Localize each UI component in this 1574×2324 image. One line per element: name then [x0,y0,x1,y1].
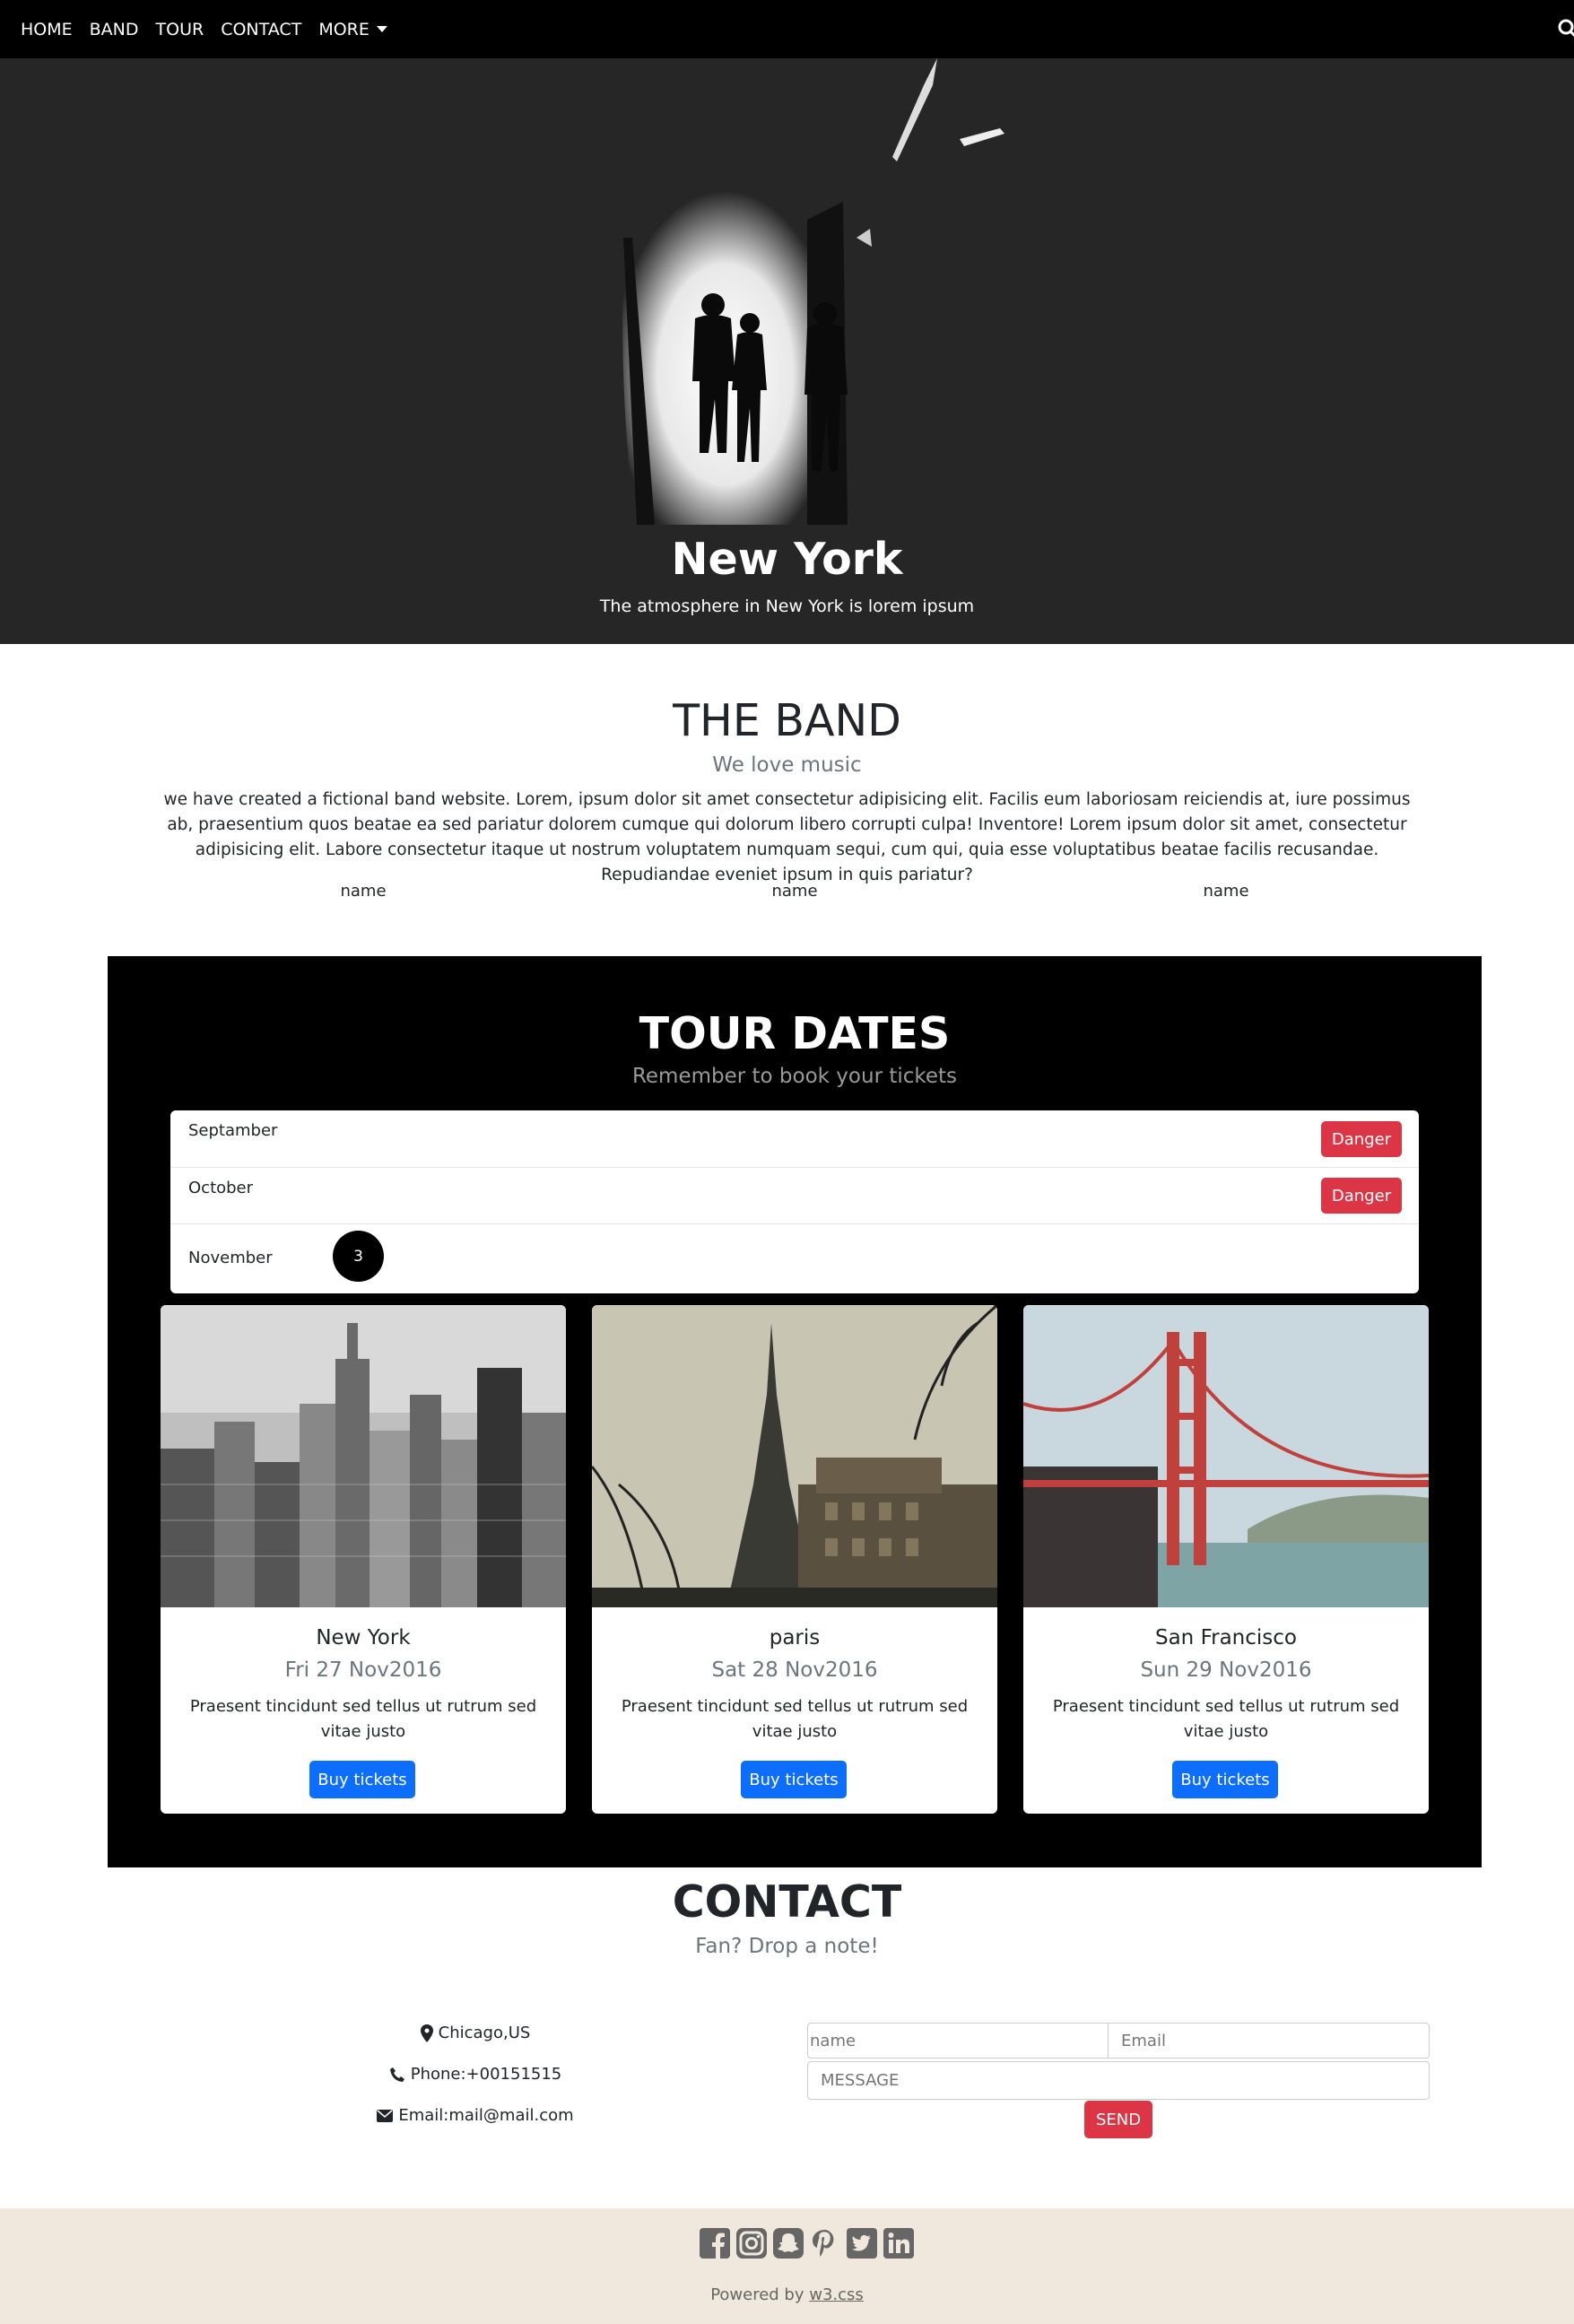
powered-prefix: Powered by [710,2285,804,2304]
nav-band[interactable]: BAND [90,20,139,39]
nav-more-dropdown[interactable]: MORE [318,20,387,39]
linkedin-icon[interactable] [883,2228,914,2259]
tour-subtitle: Remember to book your tickets [631,1065,958,1088]
card-date: Sun 29 Nov2016 [1140,1658,1312,1682]
card-city: San Francisco [1154,1626,1297,1649]
nav-tour[interactable]: TOUR [156,20,204,39]
email-info: Email:mail@mail.com [341,2106,610,2125]
hero-image [622,58,1004,525]
list-item: Septamber Danger [170,1110,1419,1168]
top-navbar: HOME BAND TOUR CONTACT MORE [0,0,1574,58]
tour-card: paris Sat 28 Nov2016 Praesent tincidunt … [592,1305,997,1814]
powered-by: Powered by w3.css [0,2285,1574,2304]
month-list: Septamber Danger October Danger November… [170,1110,1419,1293]
hero-title: New York [671,534,903,585]
band-member-name: name [340,882,387,901]
name-input[interactable] [807,2023,1109,2059]
band-member-name: name [771,882,818,901]
card-date: Sat 28 Nov2016 [711,1658,878,1682]
footer: Powered by w3.css [0,2208,1574,2324]
band-member-name: name [1203,882,1249,901]
email-input[interactable] [1108,2023,1430,2059]
envelope-icon [377,2109,394,2122]
message-input[interactable] [807,2061,1430,2100]
buy-tickets-button[interactable]: Buy tickets [741,1761,847,1798]
count-badge: 3 [333,1231,384,1282]
nav-more-label: MORE [318,19,370,39]
location-info: Chicago,US [341,2024,610,2042]
instagram-icon[interactable] [736,2228,767,2259]
buy-tickets-button[interactable]: Buy tickets [309,1761,415,1798]
phone-info: Phone:+00151515 [341,2065,610,2084]
tour-section: TOUR DATES Remember to book your tickets… [108,956,1482,1867]
paris-image [592,1305,997,1607]
card-date: Fri 27 Nov2016 [284,1658,442,1682]
band-description: we have created a fictional band website… [163,790,1411,884]
card-description: Praesent tincidunt sed tellus ut rutrum … [189,1697,537,1741]
list-item: October Danger [170,1168,1419,1224]
card-city: paris [769,1626,821,1649]
phone-icon [389,2067,404,2082]
month-label: October [188,1179,254,1197]
send-button[interactable]: SEND [1084,2101,1152,2138]
w3css-link[interactable]: w3.css [809,2285,864,2304]
buy-tickets-button[interactable]: Buy tickets [1172,1761,1278,1798]
nav-home[interactable]: HOME [21,20,73,39]
band-subtitle: We love music [712,753,862,777]
hero-section: New York The atmosphere in New York is l… [0,58,1574,644]
tour-card: New York Fri 27 Nov2016 Praesent tincidu… [161,1305,566,1814]
nav-contact[interactable]: CONTACT [221,20,301,39]
list-item: November 3 [170,1224,1419,1293]
tour-title: TOUR DATES [639,1008,951,1059]
social-links [700,2228,920,2259]
facebook-icon[interactable] [700,2228,730,2259]
search-icon[interactable] [1556,17,1574,40]
contact-subtitle: Fan? Drop a note! [695,1935,879,1958]
band-title: THE BAND [673,695,901,746]
map-marker-icon [420,2024,433,2042]
card-city: New York [316,1626,411,1649]
email-text: Email:mail@mail.com [398,2106,574,2125]
snapchat-icon[interactable] [773,2228,804,2259]
twitter-icon[interactable] [847,2228,877,2259]
danger-button[interactable]: Danger [1321,1121,1402,1157]
location-text: Chicago,US [438,2024,531,2042]
phone-text: Phone:+00151515 [410,2065,562,2084]
hero-subtitle: The atmosphere in New York is lorem ipsu… [599,596,975,616]
card-description: Praesent tincidunt sed tellus ut rutrum … [1052,1697,1400,1741]
month-label: November [188,1249,273,1267]
tour-card: San Francisco Sun 29 Nov2016 Praesent ti… [1023,1305,1429,1814]
new-york-image [161,1305,566,1607]
caret-down-icon [376,26,387,32]
month-label: Septamber [188,1121,278,1140]
san-francisco-image [1023,1305,1429,1607]
danger-button[interactable]: Danger [1321,1178,1402,1214]
contact-title: CONTACT [672,1876,902,1928]
card-description: Praesent tincidunt sed tellus ut rutrum … [621,1697,969,1741]
pinterest-icon[interactable] [810,2228,840,2259]
